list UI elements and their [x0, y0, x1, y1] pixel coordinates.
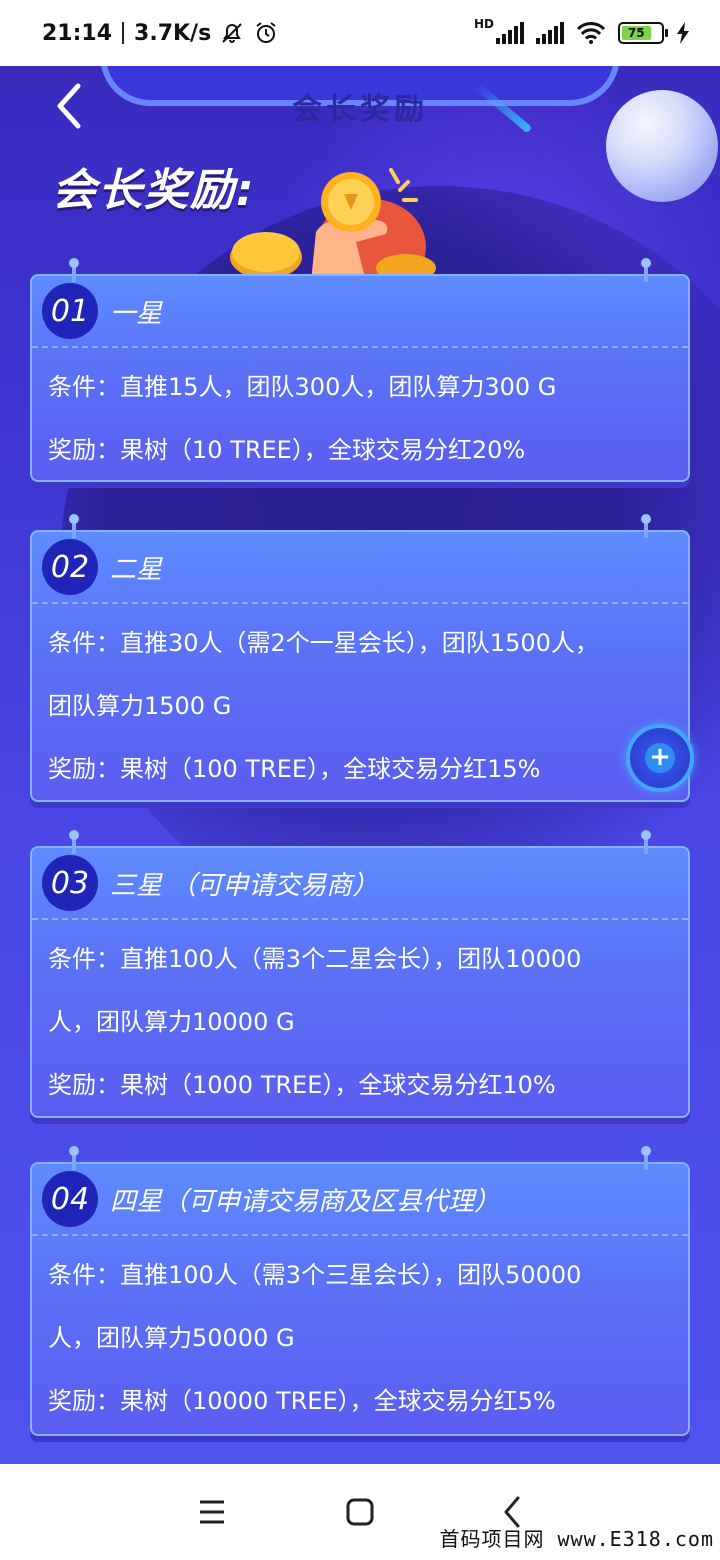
condition-text: 条件：直推15人，团队300人，团队算力300 G	[48, 373, 557, 401]
condition-text: 条件：直推100人（需3个三星会长），团队50000	[48, 1261, 582, 1289]
card-pin	[69, 514, 79, 538]
card-pin	[69, 830, 79, 854]
level-title: 三星 （可申请交易商）	[110, 870, 379, 901]
card-pin	[641, 1146, 651, 1170]
status-right: HD 75	[474, 17, 690, 45]
charging-icon	[677, 22, 689, 44]
reward-text: 奖励：果树（100 TREE），全球交易分红15%	[48, 755, 541, 783]
mute-notification-icon	[222, 23, 242, 43]
system-navigation-bar: 首码项目网 www.E318.com	[0, 1464, 720, 1560]
condition-text-continued: 团队算力1500 G	[48, 692, 232, 720]
reward-card-4: 04 四星（可申请交易商及区县代理） 条件：直推100人（需3个三星会长），团队…	[30, 1146, 690, 1436]
card-header: 02 二星	[32, 532, 688, 604]
status-left: 21:14 3.7K/s	[42, 20, 279, 46]
card-pin	[641, 514, 651, 538]
card-body: 条件：直推100人（需3个二星会长），团队10000 人，团队算力10000 G…	[32, 920, 688, 1127]
status-bar: 21:14 3.7K/s HD 75	[0, 0, 720, 66]
alarm-icon	[256, 22, 276, 43]
status-time: 21:14	[42, 20, 113, 46]
wifi-icon	[576, 22, 606, 44]
card-body: 条件：直推30人（需2个一星会长），团队1500人， 团队算力1500 G 奖励…	[32, 604, 688, 811]
network-speed: 3.7K/s	[134, 20, 212, 46]
hd-label: HD	[473, 17, 494, 31]
level-title: 四星（可申请交易商及区县代理）	[110, 1186, 501, 1217]
card-header: 01 一星	[32, 276, 688, 348]
level-title: 一星	[110, 298, 163, 329]
coins-hand-illustration	[230, 168, 436, 282]
battery-level: 75	[622, 26, 651, 40]
watermark-text: 首码项目网 www.E318.com	[439, 1527, 714, 1551]
reward-text: 奖励：果树（10 TREE），全球交易分红20%	[48, 436, 526, 464]
card-header: 04 四星（可申请交易商及区县代理）	[32, 1164, 688, 1236]
card-body: 条件：直推15人，团队300人，团队算力300 G 奖励：果树（10 TREE）…	[32, 348, 688, 492]
condition-text: 条件：直推30人（需2个一星会长），团队1500人，	[48, 629, 599, 657]
level-title: 二星	[110, 554, 163, 585]
card-pin	[641, 258, 651, 282]
reward-card-1: 01 一星 条件：直推15人，团队300人，团队算力300 G 奖励：果树（10…	[30, 258, 690, 482]
reward-card-2: 02 二星 条件：直推30人（需2个一星会长），团队1500人， 团队算力150…	[30, 514, 690, 802]
reward-card-3: 03 三星 （可申请交易商） 条件：直推100人（需3个二星会长），团队1000…	[30, 830, 690, 1118]
level-number-badge: 03	[42, 855, 98, 911]
condition-text-continued: 人，团队算力50000 G	[48, 1324, 295, 1352]
condition-text: 条件：直推100人（需3个二星会长），团队10000	[48, 945, 582, 973]
battery-icon: 75	[618, 22, 668, 44]
card-header: 03 三星 （可申请交易商）	[32, 848, 688, 920]
reward-text: 奖励：果树（1000 TREE），全球交易分红10%	[48, 1071, 556, 1099]
menu-icon[interactable]	[190, 1490, 234, 1534]
card-pin	[69, 258, 79, 282]
level-number-badge: 01	[42, 283, 98, 339]
signal-icon-2	[536, 22, 564, 44]
home-icon[interactable]	[338, 1490, 382, 1534]
reward-text: 奖励：果树（10000 TREE），全球交易分红5%	[48, 1387, 556, 1415]
status-separator	[122, 22, 125, 44]
page-title: 会长奖励	[292, 92, 428, 127]
level-number-badge: 02	[42, 539, 98, 595]
floating-plus-button[interactable]: +	[626, 724, 694, 792]
card-pin	[641, 830, 651, 854]
level-number-badge: 04	[42, 1171, 98, 1227]
card-pin	[69, 1146, 79, 1170]
card-body: 条件：直推100人（需3个三星会长），团队50000 人，团队算力50000 G…	[32, 1236, 688, 1443]
plus-icon: +	[645, 743, 675, 773]
signal-icon	[496, 22, 524, 44]
condition-text-continued: 人，团队算力10000 G	[48, 1008, 295, 1036]
